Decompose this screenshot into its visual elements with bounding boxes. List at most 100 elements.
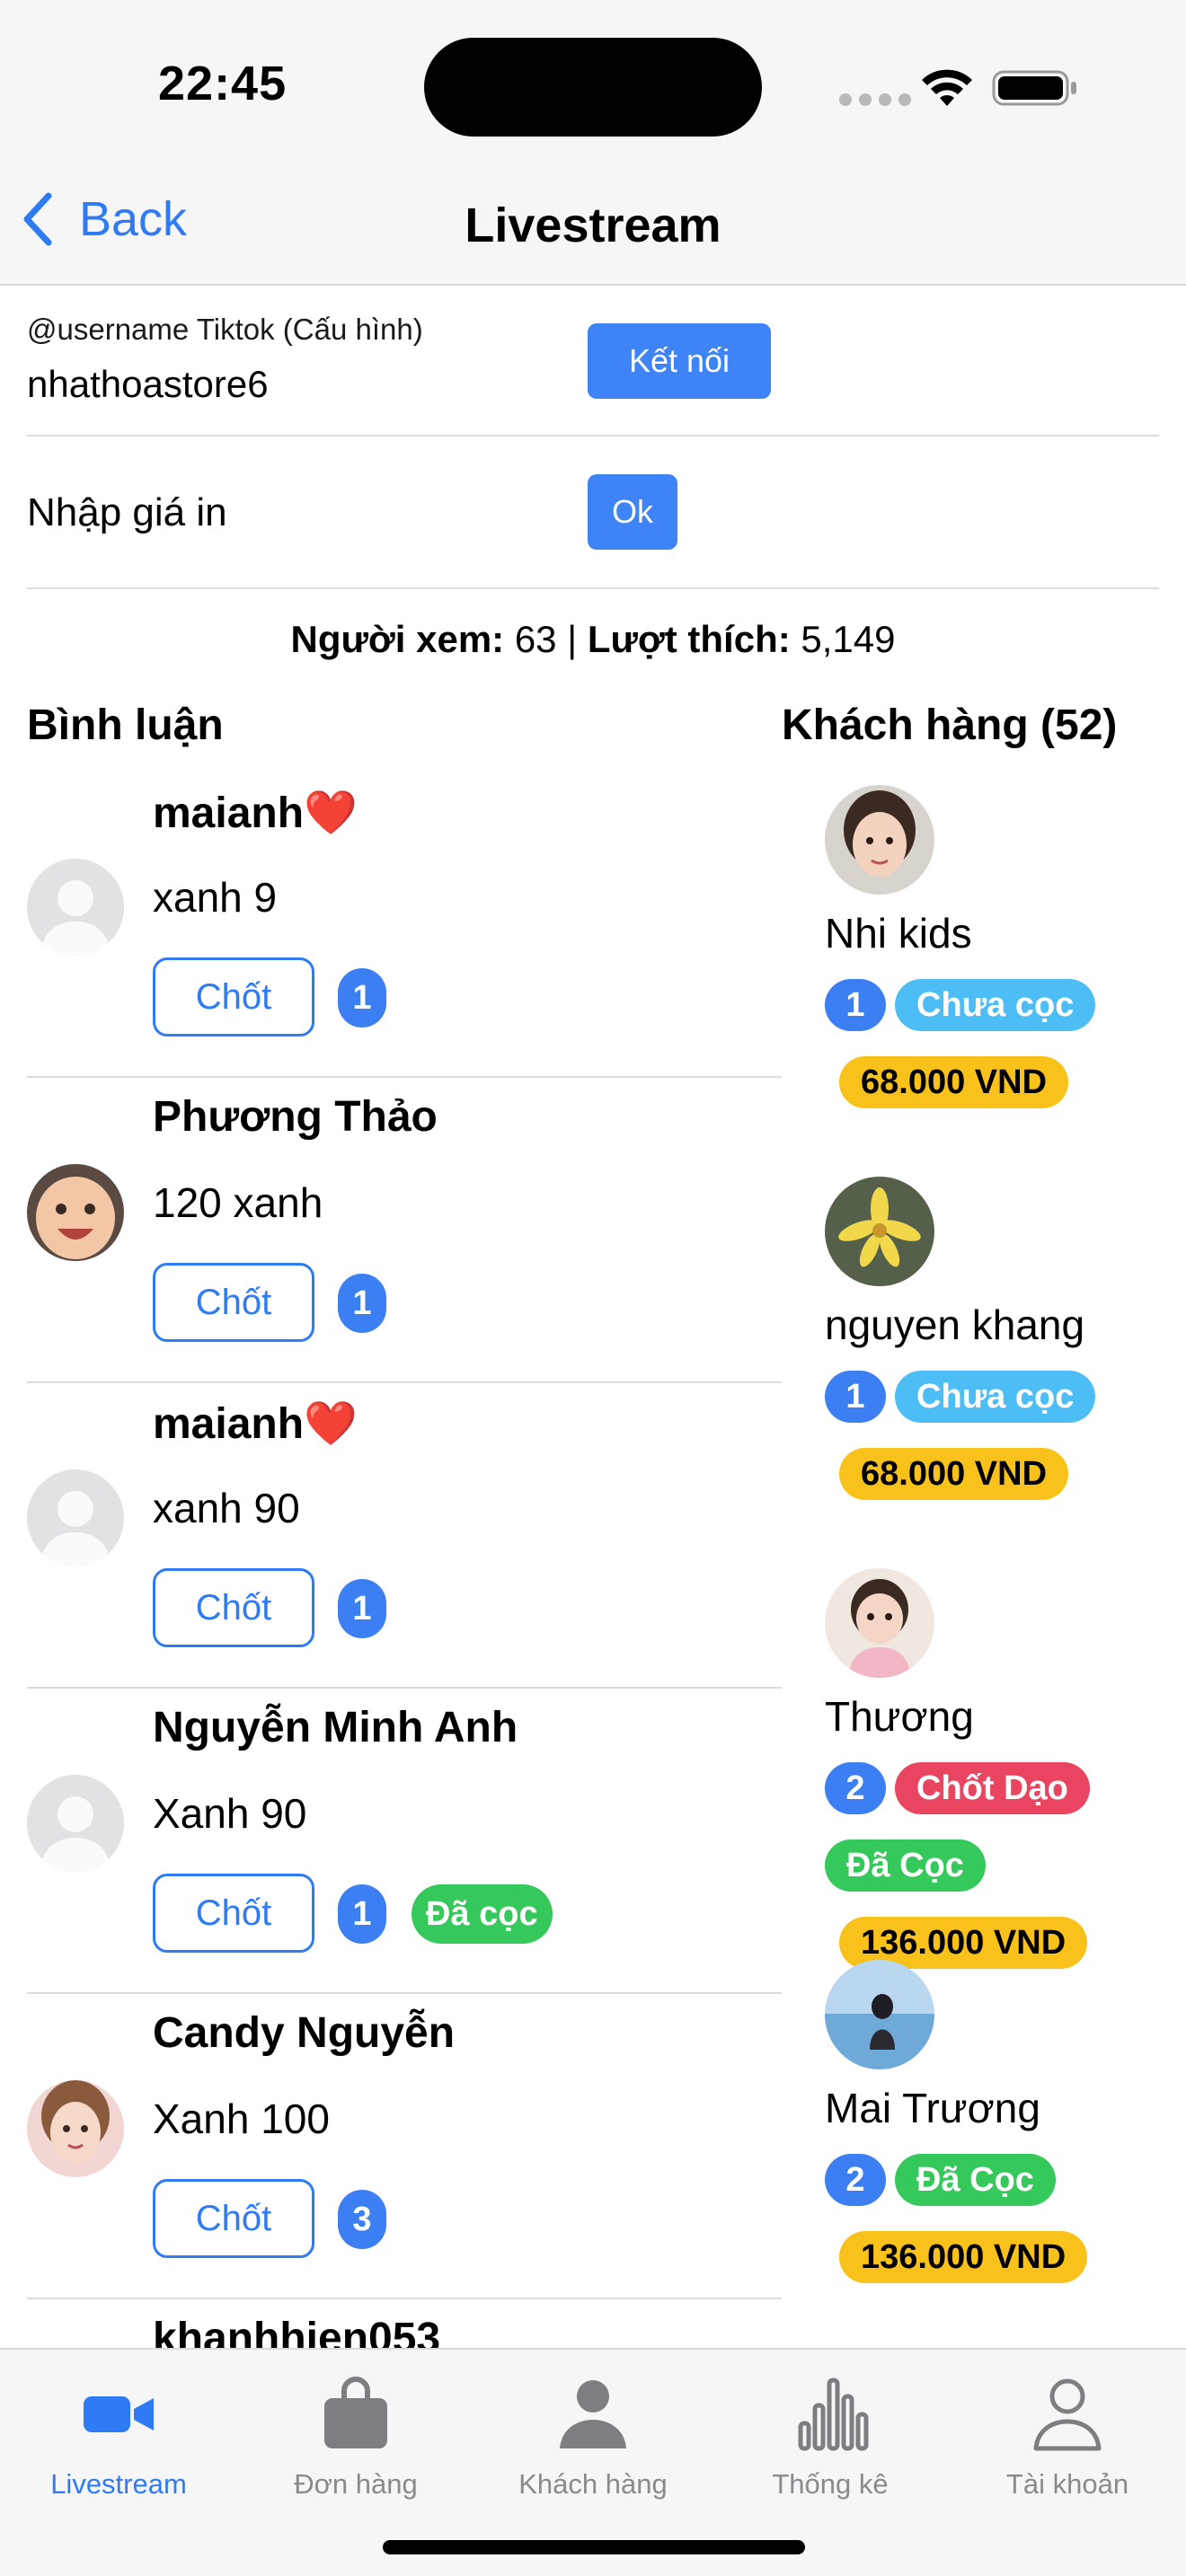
customer-item[interactable]: nguyen khang 1 Chưa cọc 68.000 VND [782,1164,1186,1556]
username-config-row: @username Tiktok (Cấu hình) nhathoastore… [27,296,1159,437]
commenter-name: maianh❤️ [153,1400,358,1448]
person-fill-icon [560,2380,626,2448]
quantity-badge: 1 [338,968,386,1028]
navigation-bar: Back Livestream [0,171,1186,286]
tab-label: Đơn hàng [294,2468,418,2500]
username-label: @username Tiktok (Cấu hình) [27,313,423,346]
chot-button[interactable]: Chốt [153,1568,314,1647]
video-camera-icon [84,2396,154,2432]
order-count-badge: 2 [825,1762,886,1814]
quantity-badge: 1 [338,1579,386,1638]
viewers-count: 63 [514,618,557,660]
customer-badges: 2 Đã Cọc 136.000 VND [825,2154,1184,2308]
quantity-badge: 1 [338,1274,386,1333]
person-outline-icon [1033,2378,1102,2451]
stats-separator: | [567,618,578,660]
customers-list[interactable]: Nhi kids 1 Chưa cọc 68.000 VND nguyen khang 1… [782,772,1186,2348]
customers-title: Khách hàng (52) [782,701,1118,749]
commenter-avatar [27,1164,124,1261]
live-stats: Người xem: 63 | Lượt thích: 5,149 [0,618,1186,661]
viewers-label: Người xem: [290,618,505,660]
price-config-row: Nhập giá in Ok [27,437,1159,589]
commenter-name: maianh❤️ [153,790,358,837]
likes-label: Lượt thích: [587,618,791,660]
comment-text: Xanh 90 [153,1790,307,1837]
status-bar: 22:45 [0,0,1186,171]
order-total-badge: 68.000 VND [839,1056,1069,1108]
customer-badges: 1 Chưa cọc 68.000 VND [825,1371,1184,1525]
customer-avatar [825,1960,934,2069]
order-count-badge: 2 [825,2154,886,2206]
customer-name: Mai Trương [825,2085,1040,2131]
tab-label: Livestream [50,2468,187,2500]
order-total-badge: 68.000 VND [839,1448,1069,1500]
commenter-avatar [27,2080,124,2177]
customer-status-badge: Đã Cọc [895,2154,1056,2206]
shopping-bag-icon [324,2377,387,2448]
comment-item: Candy Nguyễn Xanh 100 Chốt 3 [27,1994,782,2299]
customer-status-badge: Chưa cọc [895,1371,1096,1423]
comment-item: khanhhien053 [27,2299,782,2348]
comment-text: xanh 9 [153,874,278,921]
commenter-name: Candy Nguyễn [153,2009,456,2057]
connect-button[interactable]: Kết nối [588,323,771,399]
customer-badges: 1 Chưa cọc 68.000 VND [825,979,1184,1134]
customer-name: Thương [825,1693,974,1740]
comment-item: Nguyễn Minh Anh Xanh 90 Chốt 1 Đã cọc [27,1689,782,1994]
customer-avatar [825,785,934,895]
commenter-name: Nguyễn Minh Anh [153,1704,518,1751]
bar-chart-icon [798,2378,869,2451]
cellular-signal-icon [839,93,911,106]
customer-item[interactable]: Thương 2 Chốt Dạo Đã Cọc 136.000 VND [782,1556,1186,1969]
tab-livestream[interactable]: Livestream [0,2360,237,2513]
home-indicator [383,2540,805,2554]
commenter-name: khanhhien053 [153,2315,441,2348]
commenter-avatar [27,1469,124,1566]
customer-avatar [825,1568,934,1678]
tab-label: Thống kê [772,2468,889,2500]
ok-button[interactable]: Ok [588,474,677,550]
commenter-avatar [27,1775,124,1872]
username-value[interactable]: nhathoastore6 [27,363,269,406]
comment-item: Phương Thảo 120 xanh Chốt 1 [27,1078,782,1383]
chot-button[interactable]: Chốt [153,2179,314,2258]
customer-name: Nhi kids [825,910,972,957]
quantity-badge: 3 [338,2190,386,2249]
deposit-status-badge: Đã cọc [412,1884,553,1944]
order-count-badge: 1 [825,1371,886,1423]
customer-item[interactable]: Nhi kids 1 Chưa cọc 68.000 VND [782,772,1186,1164]
quantity-badge: 1 [338,1884,386,1944]
customer-name: nguyen khang [825,1301,1085,1348]
deposit-status-badge: Đã Cọc [825,1839,986,1892]
tab-label: Tài khoản [1005,2468,1129,2500]
comments-list[interactable]: maianh❤️ xanh 9 Chốt 1 Phương Thảo 120 xanh Ch… [27,772,782,2348]
customer-item[interactable]: Mai Trương 2 Đã Cọc 136.000 VND [782,1947,1186,2339]
comment-text: 120 xanh [153,1179,323,1226]
comment-item: maianh❤️ xanh 9 Chốt 1 [27,772,782,1078]
commenter-name: Phương Thảo [153,1093,438,1141]
price-input-label[interactable]: Nhập giá in [27,490,227,535]
wifi-icon [922,69,972,106]
comment-item: maianh❤️ xanh 90 Chốt 1 [27,1383,782,1689]
chot-button[interactable]: Chốt [153,957,314,1037]
battery-icon [992,70,1076,106]
tab-orders[interactable]: Đơn hàng [237,2360,474,2513]
tab-statistics[interactable]: Thống kê [712,2360,949,2513]
dynamic-island [424,38,762,137]
order-total-badge: 136.000 VND [839,2231,1088,2283]
page-title: Livestream [465,198,721,252]
tab-account[interactable]: Tài khoản [949,2360,1186,2513]
comment-text: xanh 90 [153,1485,300,1531]
commenter-avatar [27,859,124,956]
comment-text: Xanh 100 [153,2095,330,2142]
tab-customers[interactable]: Khách hàng [474,2360,712,2513]
customer-status-badge: Chốt Dạo [895,1762,1090,1814]
tab-label: Khách hàng [518,2468,668,2500]
order-count-badge: 1 [825,979,886,1031]
chot-button[interactable]: Chốt [153,1263,314,1342]
customer-status-badge: Chưa cọc [895,979,1096,1031]
chot-button[interactable]: Chốt [153,1874,314,1953]
customer-avatar [825,1177,934,1286]
comments-title: Bình luận [27,701,224,749]
status-time: 22:45 [158,57,288,110]
